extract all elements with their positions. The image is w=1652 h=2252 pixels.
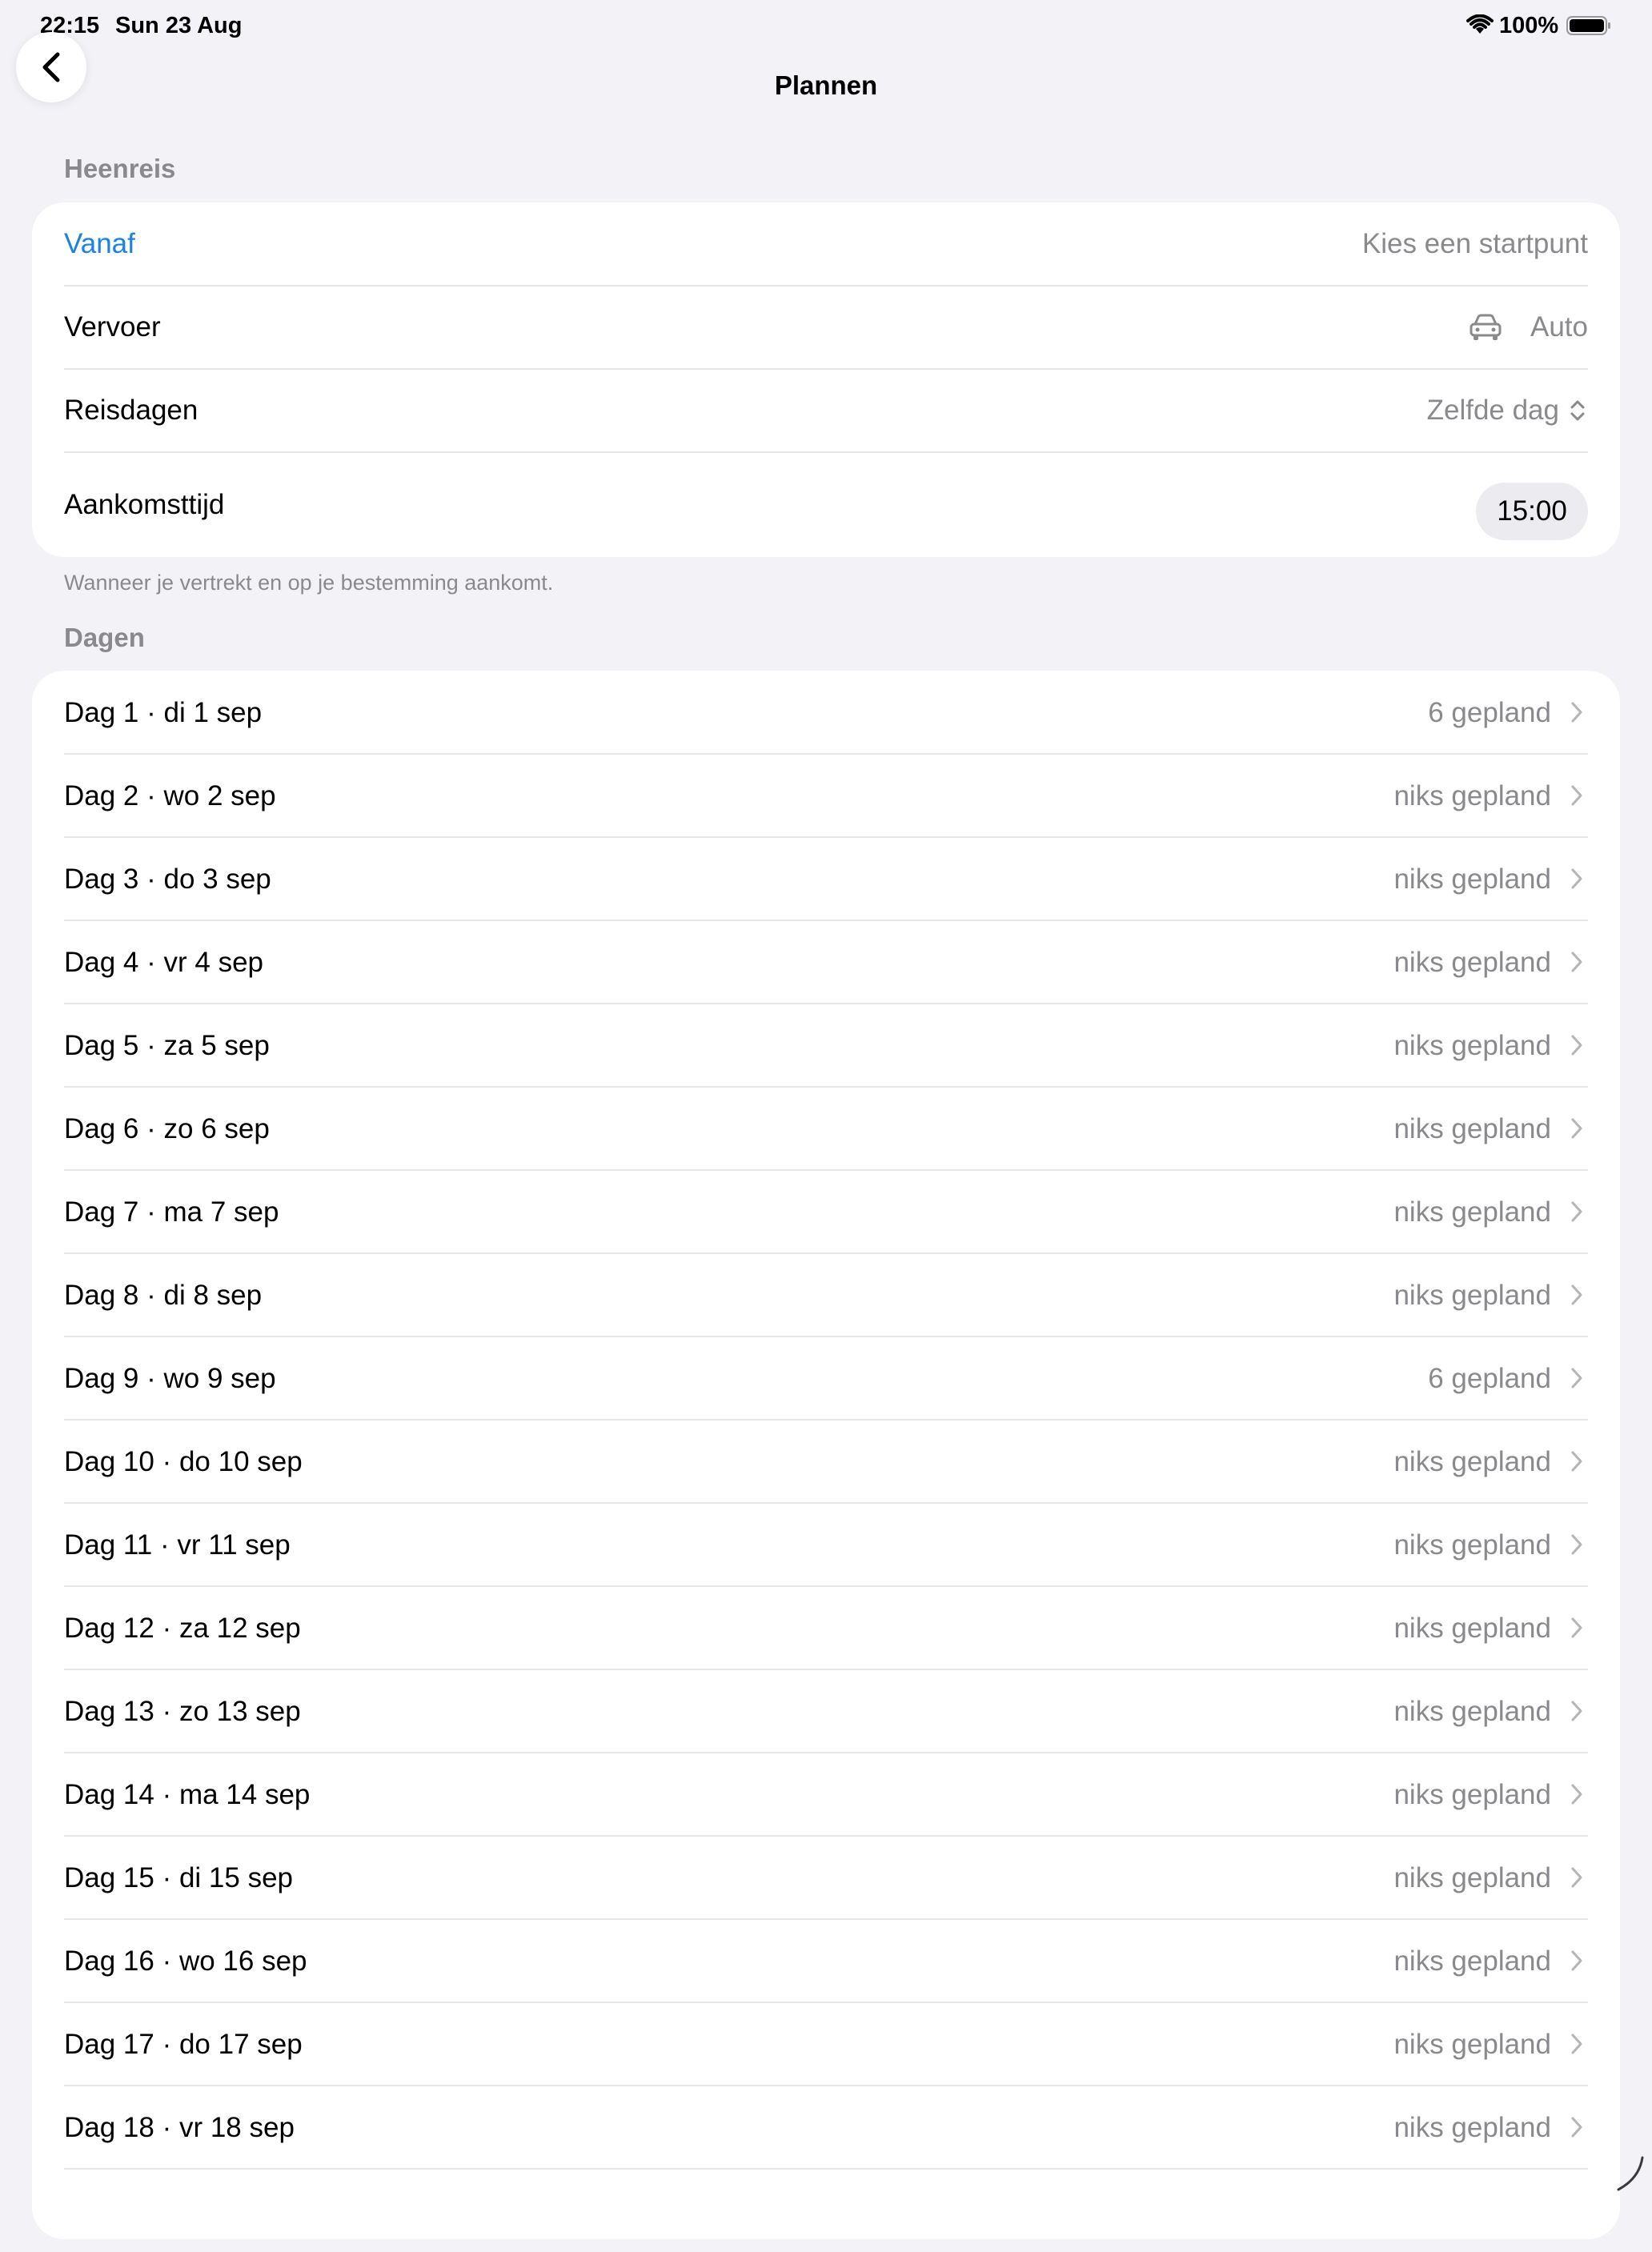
chevron-up-down-icon [1570, 400, 1585, 421]
day-label: Dag 17 · do 17 sep [64, 2029, 303, 2060]
battery-icon [1566, 16, 1610, 35]
day-label: Dag 10 · do 10 sep [64, 1446, 303, 1477]
day-row[interactable]: Dag 3 · do 3 sep niks gepland [32, 837, 1620, 920]
day-row[interactable]: Dag 16 · wo 16 sep niks gepland [32, 1919, 1620, 2002]
day-row[interactable]: Dag 18 · vr 18 sep niks gepland [32, 2086, 1620, 2169]
chevron-right-icon [1571, 1534, 1582, 1555]
chevron-right-icon [1571, 1701, 1582, 1721]
travel-days-label: Reisdagen [64, 395, 198, 426]
chevron-right-icon [1571, 1368, 1582, 1388]
outbound-card: Vanaf Kies een startpunt Vervoer Auto Re… [32, 202, 1620, 557]
day-row[interactable]: Dag 17 · do 17 sep niks gepland [32, 2002, 1620, 2086]
day-status: niks gepland [1393, 1113, 1551, 1144]
day-label: Dag 4 · vr 4 sep [64, 947, 263, 978]
day-label: Dag 1 · di 1 sep [64, 697, 263, 728]
chevron-right-icon [1571, 2034, 1582, 2054]
day-row[interactable]: Dag 6 · zo 6 sep niks gepland [32, 1087, 1620, 1170]
day-label: Dag 6 · zo 6 sep [64, 1113, 270, 1144]
chevron-right-icon [1571, 1867, 1582, 1888]
day-row[interactable]: Dag 12 · za 12 sep niks gepland [32, 1586, 1620, 1669]
transport-label: Vervoer [64, 311, 161, 343]
day-status: niks gepland [1393, 864, 1551, 895]
day-status: 6 gepland [1428, 697, 1551, 728]
day-label: Dag 7 · ma 7 sep [64, 1196, 279, 1228]
day-status: niks gepland [1393, 1280, 1551, 1311]
car-icon [1470, 314, 1502, 340]
day-label: Dag 15 · di 15 sep [64, 1862, 294, 1893]
day-row[interactable]: Dag 8 · di 8 sep niks gepland [32, 1253, 1620, 1336]
day-label: Dag 9 · wo 9 sep [64, 1363, 276, 1394]
chevron-right-icon [1571, 785, 1582, 806]
day-row[interactable]: Dag 5 · za 5 sep niks gepland [32, 1004, 1620, 1087]
day-status: 6 gepland [1428, 1363, 1551, 1394]
day-row[interactable]: Dag 10 · do 10 sep niks gepland [32, 1420, 1620, 1503]
transport-row[interactable]: Vervoer Auto [32, 286, 1620, 369]
day-label: Dag 14 · ma 14 sep [64, 1779, 311, 1810]
page-title: Plannen [774, 70, 878, 100]
day-status: niks gepland [1393, 1030, 1551, 1061]
pencil-hover-icon [1617, 2156, 1644, 2191]
day-status: niks gepland [1393, 1613, 1551, 1644]
chevron-right-icon [1571, 1784, 1582, 1805]
chevron-right-icon [1571, 1617, 1582, 1638]
battery-percentage: 100% [1499, 13, 1559, 38]
day-status: niks gepland [1393, 1862, 1551, 1893]
wifi-icon [1466, 14, 1494, 34]
day-row[interactable]: Dag 4 · vr 4 sep niks gepland [32, 920, 1620, 1004]
day-status: niks gepland [1393, 1696, 1551, 1727]
chevron-right-icon [1571, 1451, 1582, 1472]
day-row[interactable]: Dag 7 · ma 7 sep niks gepland [32, 1170, 1620, 1253]
day-row[interactable]: Dag 9 · wo 9 sep 6 gepland [32, 1336, 1620, 1420]
chevron-right-icon [1571, 1284, 1582, 1305]
day-row[interactable]: Dag 1 · di 1 sep 6 gepland [32, 671, 1620, 754]
day-status: niks gepland [1393, 2112, 1551, 2143]
arrival-time-picker[interactable]: 15:00 [1476, 483, 1588, 540]
day-label: Dag 2 · wo 2 sep [64, 780, 276, 811]
day-label: Dag 13 · zo 13 sep [64, 1696, 301, 1727]
chevron-right-icon [1571, 1950, 1582, 1971]
from-placeholder: Kies een startpunt [1361, 228, 1588, 259]
chevron-right-icon [1571, 1118, 1582, 1139]
chevron-right-icon [1571, 952, 1582, 972]
day-label: Dag 16 · wo 16 sep [64, 1945, 307, 1977]
arrival-row: Aankomsttijd 15:00 [32, 452, 1620, 557]
day-status: niks gepland [1393, 1529, 1551, 1561]
day-status: niks gepland [1393, 947, 1551, 978]
day-status: niks gepland [1393, 2029, 1551, 2060]
day-status: niks gepland [1393, 1196, 1551, 1228]
travel-days-value: Zelfde dag [1426, 395, 1559, 426]
day-label: Dag 5 · za 5 sep [64, 1030, 270, 1061]
day-label: Dag 11 · vr 11 sep [64, 1529, 291, 1561]
outbound-footer-note: Wanneer je vertrekt en op je bestemming … [64, 571, 554, 595]
status-bar: 22:15 Sun 23 Aug 100% [0, 0, 1652, 51]
travel-days-row[interactable]: Reisdagen Zelfde dag [32, 369, 1620, 452]
chevron-right-icon [1571, 2117, 1582, 2138]
day-label: Dag 3 · do 3 sep [64, 864, 271, 895]
chevron-right-icon [1571, 1035, 1582, 1056]
days-card: Dag 1 · di 1 sep 6 gepland Dag 2 · wo 2 se… [32, 671, 1620, 2239]
day-row[interactable]: Dag 14 · ma 14 sep niks gepland [32, 1753, 1620, 1836]
day-row[interactable]: Dag 11 · vr 11 sep niks gepland [32, 1503, 1620, 1586]
arrival-label: Aankomsttijd [64, 489, 225, 520]
status-date: Sun 23 Aug [115, 13, 243, 38]
day-row[interactable]: Dag 13 · zo 13 sep niks gepland [32, 1669, 1620, 1753]
section-header-heenreis: Heenreis [64, 154, 176, 183]
day-status: niks gepland [1393, 1446, 1551, 1477]
chevron-right-icon [1571, 702, 1582, 723]
chevron-right-icon [1571, 868, 1582, 889]
day-row[interactable] [32, 2169, 1620, 2252]
day-status: niks gepland [1393, 780, 1551, 811]
day-label: Dag 8 · di 8 sep [64, 1280, 263, 1311]
day-status: niks gepland [1393, 1779, 1551, 1810]
day-row[interactable]: Dag 2 · wo 2 sep niks gepland [32, 754, 1620, 837]
from-row[interactable]: Vanaf Kies een startpunt [32, 202, 1620, 286]
day-row[interactable]: Dag 15 · di 15 sep niks gepland [32, 1836, 1620, 1919]
from-label: Vanaf [64, 228, 135, 259]
day-label: Dag 18 · vr 18 sep [64, 2112, 295, 2143]
section-header-dagen: Dagen [64, 623, 145, 652]
transport-value: Auto [1530, 311, 1588, 343]
chevron-right-icon [1571, 1201, 1582, 1222]
day-label: Dag 12 · za 12 sep [64, 1613, 301, 1644]
day-status: niks gepland [1393, 1945, 1551, 1977]
